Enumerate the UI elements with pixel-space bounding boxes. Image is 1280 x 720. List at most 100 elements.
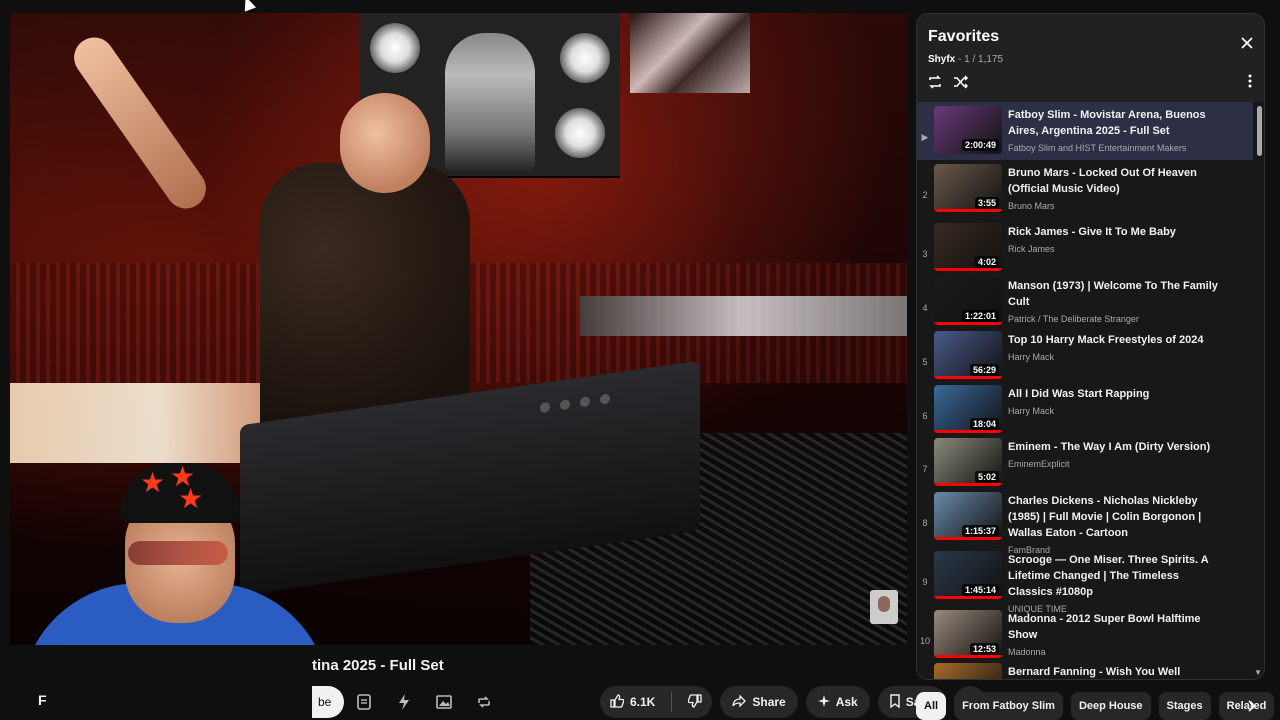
close-icon[interactable] [1240, 34, 1254, 55]
playlist-item[interactable]: Bernard Fanning - Wish You Well [917, 659, 1253, 679]
playlist-item[interactable]: 10 12:53 Madonna - 2012 Super Bowl Halftim… [917, 606, 1253, 659]
like-button[interactable]: 6.1K [600, 686, 665, 718]
playlist-item-thumbnail[interactable]: 56:29 [934, 331, 1002, 379]
ask-button[interactable]: Ask [805, 686, 870, 718]
dislike-button[interactable] [678, 686, 712, 718]
share-icon [732, 693, 747, 710]
playlist-item-title[interactable]: Bernard Fanning - Wish You Well [1008, 664, 1222, 679]
playlist-item-meta: All I Did Was Start Rapping Harry Mack [1008, 381, 1222, 434]
playlist-item-title[interactable]: All I Did Was Start Rapping [1008, 386, 1222, 402]
playlist-item-thumbnail[interactable]: 1:15:37 [934, 492, 1002, 540]
playlist-item-meta: Top 10 Harry Mack Freestyles of 2024 Harr… [1008, 327, 1222, 381]
playlist-item-title[interactable]: Rick James - Give It To Me Baby [1008, 224, 1222, 240]
playlist-item-title[interactable]: Scrooge — One Miser. Three Spirits. A Li… [1008, 552, 1222, 600]
playlist-title[interactable]: Favorites [928, 28, 999, 46]
sparkle-icon [817, 694, 830, 710]
playlist-header: Favorites Shyfx - 1 / 1,175 [917, 14, 1264, 102]
playlist-item-thumbnail[interactable]: 3:55 [934, 164, 1002, 212]
lightning-icon[interactable] [388, 686, 420, 718]
playlist-item-channel: Rick James [1008, 244, 1055, 254]
playlist-item[interactable]: 4 1:22:01 Manson (1973) | Welcome To The F… [917, 273, 1253, 327]
transcript-icon[interactable] [348, 686, 380, 718]
playlist-item[interactable]: ▶ 2:00:49 Fatboy Slim - Movistar Arena, Bu… [917, 102, 1253, 160]
playlist-item-thumbnail[interactable]: 1:22:01 [934, 277, 1002, 325]
playlist-item[interactable]: 2 3:55 Bruno Mars - Locked Out Of Heaven (… [917, 160, 1253, 219]
playlist-item-channel: Fatboy Slim and HİST Entertainment Maker… [1008, 143, 1187, 153]
duration-badge: 4:02 [974, 256, 999, 268]
more-vert-icon[interactable] [1248, 74, 1252, 93]
playlist-item-title[interactable]: Top 10 Harry Mack Freestyles of 2024 [1008, 332, 1222, 348]
loop-icon[interactable] [927, 74, 943, 95]
playlist-item-channel: Bruno Mars [1008, 201, 1055, 211]
playlist-item-meta: Manson (1973) | Welcome To The Family Cu… [1008, 273, 1222, 327]
shuffle-icon[interactable] [953, 74, 969, 95]
playlist-item-title[interactable]: Bruno Mars - Locked Out Of Heaven (Offic… [1008, 165, 1222, 197]
screen-flower [370, 23, 420, 73]
playlist-item-thumbnail[interactable] [934, 663, 1002, 679]
playlist-item[interactable]: 5 56:29 Top 10 Harry Mack Freestyles of 20… [917, 327, 1253, 381]
playlist-item-thumbnail[interactable]: 2:00:49 [934, 106, 1002, 154]
channel-name[interactable]: F [38, 692, 47, 708]
playlist-item-title[interactable]: Madonna - 2012 Super Bowl Halftime Show [1008, 611, 1222, 643]
playlist-item-title[interactable]: Charles Dickens - Nicholas Nickleby (198… [1008, 493, 1222, 541]
duration-badge: 1:22:01 [961, 310, 999, 322]
duration-badge: 56:29 [969, 364, 999, 376]
now-playing-icon: ▶ [921, 132, 929, 142]
subscribe-button[interactable]: be [312, 686, 344, 718]
playlist-subtitle: Shyfx - 1 / 1,175 [928, 54, 1003, 65]
playlist-item-thumbnail[interactable]: 18:04 [934, 385, 1002, 433]
chevron-right-icon[interactable] [1238, 692, 1266, 720]
playlist-item[interactable]: 7 5:02 Eminem - The Way I Am (Dirty Versio… [917, 434, 1253, 488]
playlist-item-index: 3 [922, 249, 928, 259]
playlist-owner[interactable]: Shyfx [928, 54, 955, 65]
star-icon: ★ [178, 483, 204, 514]
playlist-item-meta: Fatboy Slim - Movistar Arena, Buenos Air… [1008, 102, 1222, 160]
playlist-item[interactable]: 8 1:15:37 Charles Dickens - Nicholas Nickl… [917, 488, 1253, 555]
video-player[interactable]: ★ ★ ★ [10, 13, 907, 645]
playlist-item-title[interactable]: Manson (1973) | Welcome To The Family Cu… [1008, 278, 1222, 310]
playlist-item-channel: Patrick / The Deliberate Stranger [1008, 314, 1139, 324]
filter-chip[interactable]: Stages [1158, 692, 1211, 720]
filter-chip[interactable]: Deep House [1070, 692, 1151, 720]
end-card-avatar[interactable] [870, 590, 898, 624]
stage-screen-right [630, 13, 750, 93]
watch-progress-bar [934, 537, 1002, 540]
filter-chip[interactable]: From Fatboy Slim [954, 692, 1063, 720]
playlist-item-index: 7 [922, 464, 928, 474]
watch-progress-bar [934, 483, 1002, 486]
watch-progress-bar [934, 655, 1002, 658]
image-icon[interactable] [428, 686, 460, 718]
mixer-knob [580, 396, 590, 408]
duration-badge: 12:53 [969, 643, 999, 655]
playlist-item-meta: Rick James - Give It To Me Baby Rick Jame… [1008, 219, 1222, 273]
duration-badge: 2:00:49 [961, 139, 999, 151]
playlist-item-title[interactable]: Eminem - The Way I Am (Dirty Version) [1008, 439, 1222, 455]
playlist-item-thumbnail[interactable]: 1:45:14 [934, 551, 1002, 599]
share-button[interactable]: Share [720, 686, 798, 718]
playlist-panel: Favorites Shyfx - 1 / 1,175 ▶ 2:00:49 Fatb… [916, 13, 1265, 680]
playlist-item-channel: Harry Mack [1008, 352, 1055, 362]
divider [671, 692, 673, 712]
playlist-item-thumbnail[interactable]: 4:02 [934, 223, 1002, 271]
ask-label: Ask [835, 695, 858, 709]
like-count: 6.1K [630, 695, 656, 709]
playlist-item-channel: Harry Mack [1008, 406, 1055, 416]
webcam-overlay-person: ★ ★ ★ [10, 453, 340, 645]
scroll-down-icon[interactable]: ▼ [1254, 668, 1262, 677]
filter-chip[interactable]: All [916, 692, 947, 720]
playlist-scrollbar[interactable] [1257, 106, 1262, 156]
remix-icon[interactable] [468, 686, 500, 718]
share-label: Share [752, 695, 786, 709]
playlist-item[interactable]: 6 18:04 All I Did Was Start Rapping Harry M… [917, 381, 1253, 434]
person-sunglasses [128, 541, 228, 565]
playlist-item-thumbnail[interactable]: 5:02 [934, 438, 1002, 486]
playlist-item-thumbnail[interactable]: 12:53 [934, 610, 1002, 658]
mixer-knob [600, 393, 610, 405]
playlist-item-index: 5 [922, 357, 928, 367]
playlist-item-index: 4 [922, 303, 928, 313]
playlist-item-title[interactable]: Fatboy Slim - Movistar Arena, Buenos Air… [1008, 107, 1222, 139]
playlist-item[interactable]: 9 1:45:14 Scrooge — One Miser. Three Spiri… [917, 547, 1253, 614]
playlist-item[interactable]: 3 4:02 Rick James - Give It To Me Baby Rick… [917, 219, 1253, 273]
duration-badge: 18:04 [969, 418, 999, 430]
playlist-item-meta: Scrooge — One Miser. Three Spirits. A Li… [1008, 547, 1222, 614]
